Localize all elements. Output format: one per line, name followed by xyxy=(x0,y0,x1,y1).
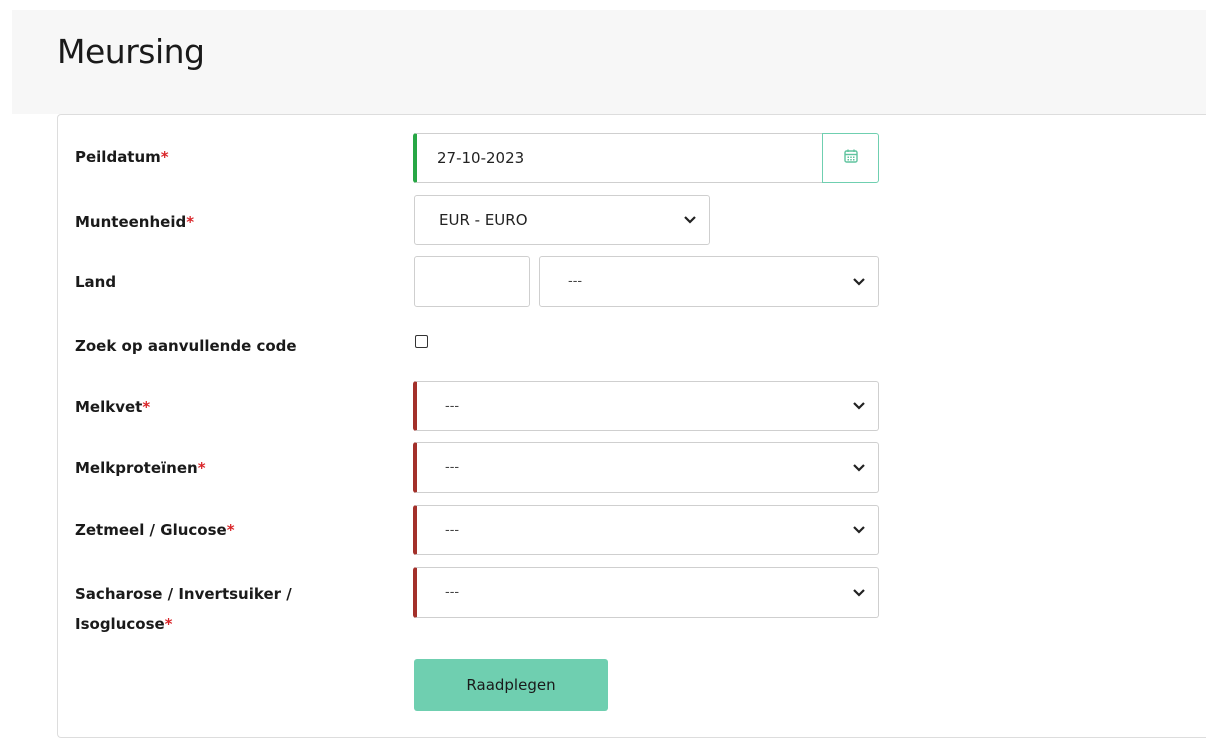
melkvet-label-text: Melkvet xyxy=(75,398,143,416)
sacharose-label-line1: Sacharose / Invertsuiker / xyxy=(75,585,292,603)
peildatum-label: Peildatum* xyxy=(75,144,169,170)
zetmeel-selected: --- xyxy=(445,522,460,538)
peildatum-label-text: Peildatum xyxy=(75,148,161,166)
melkproteinen-label: Melkproteïnen* xyxy=(75,455,206,481)
melkvet-label: Melkvet* xyxy=(75,394,150,420)
chevron-down-icon xyxy=(852,525,866,535)
aanvullende-code-label: Zoek op aanvullende code xyxy=(75,333,297,359)
required-mark: * xyxy=(197,459,206,477)
aanvullende-code-label-text: Zoek op aanvullende code xyxy=(75,337,297,355)
zetmeel-label: Zetmeel / Glucose* xyxy=(75,517,235,543)
munteenheid-selected: EUR - EURO xyxy=(439,211,528,229)
zetmeel-select[interactable]: --- xyxy=(413,505,879,555)
page-header: Meursing xyxy=(12,10,1206,114)
chevron-down-icon xyxy=(683,215,697,225)
melkvet-select[interactable]: --- xyxy=(413,381,879,431)
sacharose-select[interactable]: --- xyxy=(413,567,879,618)
required-mark: * xyxy=(142,398,151,416)
munteenheid-label-text: Munteenheid xyxy=(75,213,187,231)
chevron-down-icon xyxy=(852,401,866,411)
peildatum-value: 27-10-2023 xyxy=(437,149,525,167)
required-mark: * xyxy=(226,521,235,539)
aanvullende-code-checkbox[interactable] xyxy=(415,335,428,348)
calendar-button[interactable] xyxy=(822,133,879,183)
melkproteinen-selected: --- xyxy=(445,460,460,475)
chevron-down-icon xyxy=(852,277,866,287)
munteenheid-label: Munteenheid* xyxy=(75,209,194,235)
required-mark: * xyxy=(186,213,195,231)
sacharose-selected: --- xyxy=(445,585,460,600)
sacharose-label: Sacharose / Invertsuiker / Isoglucose* xyxy=(75,579,292,639)
page-title: Meursing xyxy=(57,32,205,71)
required-mark: * xyxy=(164,615,173,633)
land-selected: --- xyxy=(568,274,583,289)
melkvet-selected: --- xyxy=(445,398,460,414)
required-mark: * xyxy=(160,148,169,166)
chevron-down-icon xyxy=(852,588,866,598)
calendar-icon xyxy=(843,148,859,168)
raadplegen-button[interactable]: Raadplegen xyxy=(414,659,608,711)
munteenheid-select[interactable]: EUR - EURO xyxy=(414,195,710,245)
land-label-text: Land xyxy=(75,273,117,291)
sacharose-label-line2: Isoglucose xyxy=(75,615,165,633)
peildatum-input[interactable]: 27-10-2023 xyxy=(413,133,823,183)
chevron-down-icon xyxy=(852,463,866,473)
land-code-input[interactable] xyxy=(414,256,530,307)
land-select[interactable]: --- xyxy=(539,256,879,307)
land-label: Land xyxy=(75,269,116,295)
melkproteinen-label-text: Melkproteïnen xyxy=(75,459,198,477)
melkproteinen-select[interactable]: --- xyxy=(413,442,879,493)
zetmeel-label-text: Zetmeel / Glucose xyxy=(75,521,227,539)
